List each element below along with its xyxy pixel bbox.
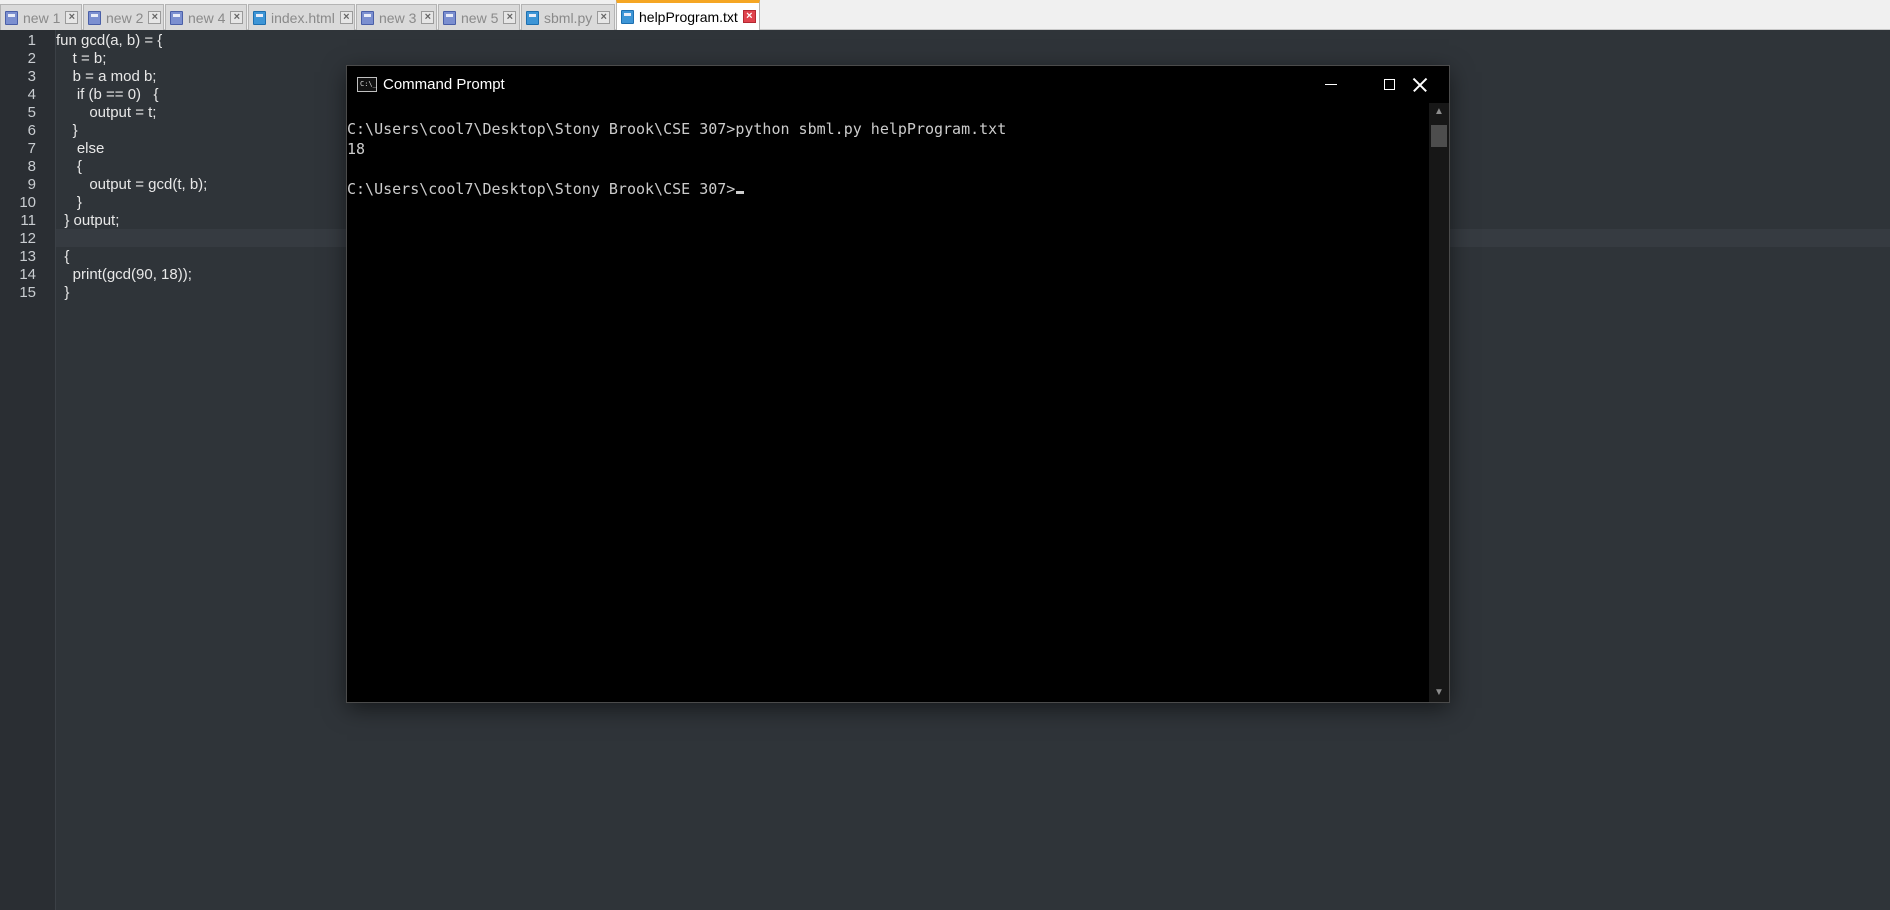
code-line: output = gcd(t, b); — [56, 176, 208, 193]
console-line: C:\Users\cool7\Desktop\Stony Brook\CSE 3… — [347, 120, 1007, 138]
scroll-down-arrow-icon[interactable]: ▼ — [1429, 684, 1449, 702]
console-icon: C:\_ — [357, 77, 377, 92]
code-line: { — [56, 248, 70, 265]
code-line: b = a mod b; — [56, 68, 157, 85]
code-line: output = t; — [56, 104, 157, 121]
minimize-icon — [1325, 84, 1337, 85]
code-line: } — [56, 194, 82, 211]
console-output[interactable]: C:\Users\cool7\Desktop\Stony Brook\CSE 3… — [347, 103, 1429, 702]
tab-label: new 2 — [106, 9, 144, 26]
line-number: 6 — [27, 122, 36, 139]
scrollbar-thumb[interactable] — [1431, 125, 1447, 147]
line-number: 4 — [27, 86, 36, 103]
console-prompt-line: C:\Users\cool7\Desktop\Stony Brook\CSE 3… — [347, 179, 745, 199]
close-button[interactable] — [1391, 66, 1449, 103]
document-icon — [5, 10, 18, 25]
tab-label: new 1 — [23, 9, 61, 26]
code-line: print(gcd(90, 18)); — [56, 266, 192, 283]
tab-helpprogram-txt[interactable]: helpProgram.txt × — [616, 0, 760, 30]
line-number: 3 — [27, 68, 36, 85]
tab-label: helpProgram.txt — [639, 8, 738, 25]
tab-sbml-py[interactable]: sbml.py × — [521, 4, 615, 30]
tab-new-1[interactable]: new 1 × — [0, 4, 82, 30]
document-icon — [443, 10, 456, 25]
tab-label: sbml.py — [544, 9, 593, 26]
line-number: 11 — [20, 212, 36, 229]
line-number: 9 — [27, 176, 36, 193]
line-number: 7 — [27, 140, 36, 157]
document-icon — [170, 10, 183, 25]
close-tab-icon[interactable]: × — [742, 10, 756, 23]
line-number-gutter: 1 2 3 4 5 6 7 8 9 10 11 12 13 14 15 — [0, 30, 56, 910]
line-number: 15 — [19, 284, 36, 301]
console-prompt: C:\Users\cool7\Desktop\Stony Brook\CSE 3… — [347, 180, 736, 198]
console-line: 18 — [347, 140, 366, 158]
tab-new-2[interactable]: new 2 × — [83, 4, 164, 30]
close-tab-icon[interactable]: × — [597, 11, 611, 24]
tab-label: new 3 — [379, 9, 417, 26]
command-prompt-window[interactable]: C:\_ Command Prompt C:\Users\cool7\Deskt… — [347, 66, 1449, 702]
code-line: { — [56, 158, 82, 175]
tab-label: index.html — [271, 9, 335, 26]
tab-label: new 5 — [461, 9, 499, 26]
tab-new-3[interactable]: new 3 × — [356, 4, 437, 30]
document-icon — [621, 9, 634, 24]
tab-label: new 4 — [188, 9, 226, 26]
code-line: fun gcd(a, b) = { — [56, 32, 163, 49]
close-tab-icon[interactable]: × — [230, 11, 244, 24]
code-line: } output; — [56, 212, 120, 229]
line-number: 5 — [27, 104, 36, 121]
line-number: 10 — [19, 194, 36, 211]
window-title: Command Prompt — [383, 76, 505, 93]
document-icon — [88, 10, 101, 25]
tab-bar: new 1 × new 2 × new 4 × index.html × new… — [0, 0, 1890, 30]
window-title-bar[interactable]: C:\_ Command Prompt — [347, 66, 1449, 103]
line-number: 14 — [19, 266, 36, 283]
minimize-button[interactable] — [1302, 66, 1360, 103]
code-line: t = b; — [56, 50, 107, 67]
document-icon — [526, 10, 539, 25]
document-icon — [361, 10, 374, 25]
tab-new-4[interactable]: new 4 × — [165, 4, 247, 30]
close-tab-icon[interactable]: × — [421, 11, 435, 24]
code-line: if (b == 0) { — [56, 86, 159, 103]
close-icon — [1413, 78, 1427, 92]
line-number: 12 — [19, 230, 36, 247]
code-line: } — [56, 284, 70, 301]
close-tab-icon[interactable]: × — [148, 11, 162, 24]
line-number: 13 — [19, 248, 36, 265]
tab-index-html[interactable]: index.html × — [248, 4, 355, 30]
line-number: 2 — [27, 50, 36, 67]
vertical-scrollbar[interactable]: ▲ ▼ — [1429, 103, 1449, 702]
close-tab-icon[interactable]: × — [503, 11, 517, 24]
close-tab-icon[interactable]: × — [339, 11, 353, 24]
scroll-up-arrow-icon[interactable]: ▲ — [1429, 103, 1449, 121]
code-line: else — [56, 140, 105, 157]
document-icon — [253, 10, 266, 25]
line-number: 1 — [27, 32, 36, 49]
tab-new-5[interactable]: new 5 × — [438, 4, 520, 30]
line-number: 8 — [27, 158, 36, 175]
code-line: } — [56, 122, 78, 139]
close-tab-icon[interactable]: × — [65, 11, 79, 24]
text-cursor — [736, 191, 745, 194]
